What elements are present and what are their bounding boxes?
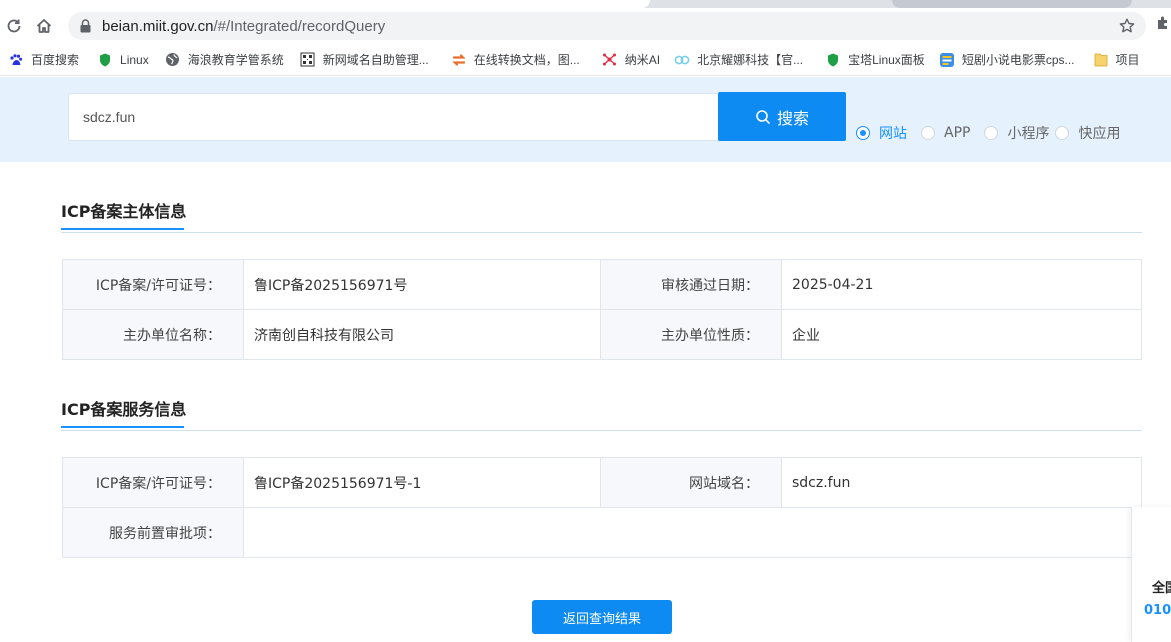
radio-quick-app[interactable]: 快应用 xyxy=(1055,123,1120,143)
search-band: sdcz.fun 搜索 网站 APP 小程序 快应用 xyxy=(0,77,1171,162)
extension-icon[interactable] xyxy=(1155,14,1171,30)
field-label: 服务前置审批项： xyxy=(62,507,244,558)
bookmark-item[interactable]: 北京耀娜科技【官... xyxy=(670,48,809,72)
side-panel-title: 全国 xyxy=(1152,581,1171,596)
bookmark-label: 项目 xyxy=(1115,53,1140,67)
radio-label: APP xyxy=(944,125,971,141)
back-to-results-button[interactable]: 返回查询结果 xyxy=(532,600,672,634)
tab-strip xyxy=(0,0,1171,8)
radio-label: 快应用 xyxy=(1078,126,1121,142)
field-label: 主办单位性质： xyxy=(600,309,782,360)
bookmark-star-icon[interactable] xyxy=(1118,17,1136,35)
address-bar[interactable]: beian.miit.gov.cn/#/Integrated/recordQue… xyxy=(68,12,1146,40)
xinnet-icon xyxy=(300,52,316,68)
section-title-underline xyxy=(61,426,184,428)
search-type-radios: 网站 APP 小程序 快应用 xyxy=(856,123,1134,143)
service-section-title: ICP备案服务信息 xyxy=(61,396,187,428)
service-info-table: ICP备案/许可证号： 鲁ICP备2025156971号-1 网站域名： sdc… xyxy=(62,457,1142,558)
nami-ai-icon xyxy=(602,52,618,68)
url-host: beian.miit.gov.cn xyxy=(102,17,214,35)
field-label: 主办单位名称： xyxy=(62,309,244,360)
bookmark-item[interactable]: Linux xyxy=(93,48,155,72)
convert-icon xyxy=(451,52,467,68)
shield-icon xyxy=(825,52,841,68)
bookmark-label: 宝塔Linux面板 xyxy=(848,53,925,67)
bookmark-label: 海浪教育学管系统 xyxy=(187,53,284,67)
active-tab[interactable] xyxy=(0,0,650,8)
side-floating-panel: 全国 010- xyxy=(1131,507,1171,642)
radio-label: 网站 xyxy=(879,126,907,142)
radio-app[interactable]: APP xyxy=(921,125,970,141)
bookmark-item[interactable]: 百度搜索 xyxy=(4,48,85,72)
inactive-tab[interactable] xyxy=(892,0,1132,8)
table-row: ICP备案/许可证号： 鲁ICP备2025156971号 审核通过日期： 202… xyxy=(62,259,1142,310)
browser-toolbar: beian.miit.gov.cn/#/Integrated/recordQue… xyxy=(0,8,1171,44)
url-text: beian.miit.gov.cn/#/Integrated/recordQue… xyxy=(102,18,385,35)
field-label: 审核通过日期： xyxy=(600,259,782,310)
lock-icon[interactable] xyxy=(80,19,92,33)
bookmark-label: 在线转换文档，图... xyxy=(473,53,580,67)
field-value: 济南创自科技有限公司 xyxy=(243,309,601,360)
subject-info-table: ICP备案/许可证号： 鲁ICP备2025156971号 审核通过日期： 202… xyxy=(62,259,1142,360)
search-button[interactable]: 搜索 xyxy=(718,92,846,141)
radio-dot[interactable] xyxy=(921,126,935,140)
section-divider xyxy=(61,430,1142,431)
field-value xyxy=(243,507,1142,558)
field-label: ICP备案/许可证号： xyxy=(62,259,244,310)
subject-section-title: ICP备案主体信息 xyxy=(61,198,187,230)
bookmark-item[interactable]: 新网域名自助管理... xyxy=(296,48,435,72)
search-icon xyxy=(756,109,770,124)
bookmark-item[interactable]: 在线转换文档，图... xyxy=(447,48,586,72)
bookmark-item[interactable]: 项目 xyxy=(1089,48,1146,72)
back-button-label: 返回查询结果 xyxy=(562,611,641,627)
radio-label: 小程序 xyxy=(1007,126,1050,142)
bookmark-label: 新网域名自助管理... xyxy=(322,53,429,67)
field-value: 2025-04-21 xyxy=(781,259,1142,310)
radio-mini-program[interactable]: 小程序 xyxy=(984,123,1049,143)
field-label: ICP备案/许可证号： xyxy=(62,457,244,508)
globe-icon xyxy=(165,52,181,68)
section-title-text: ICP备案主体信息 xyxy=(61,202,187,221)
section-title-underline xyxy=(61,228,184,230)
bookmark-label: 纳米AI xyxy=(624,53,661,67)
reload-icon[interactable] xyxy=(2,14,26,38)
field-value: 企业 xyxy=(781,309,1142,360)
bookmark-label: 百度搜索 xyxy=(31,53,80,67)
folder-icon xyxy=(1093,52,1109,68)
baidu-paw-icon xyxy=(8,52,24,68)
field-value: 鲁ICP备2025156971号-1 xyxy=(243,457,601,508)
link-icon xyxy=(674,52,690,68)
bookmark-item[interactable]: 海浪教育学管系统 xyxy=(161,48,290,72)
home-icon[interactable] xyxy=(32,14,56,38)
radio-dot[interactable] xyxy=(984,126,999,140)
table-row: 主办单位名称： 济南创自科技有限公司 主办单位性质： 企业 xyxy=(62,309,1142,360)
field-value: 鲁ICP备2025156971号 xyxy=(243,259,601,310)
bookmark-label: Linux xyxy=(120,52,149,67)
search-input[interactable]: sdcz.fun xyxy=(68,93,720,141)
table-row: ICP备案/许可证号： 鲁ICP备2025156971号-1 网站域名： sdc… xyxy=(62,457,1142,508)
bookmark-label: 北京耀娜科技【官... xyxy=(697,53,804,67)
side-panel-phone[interactable]: 010- xyxy=(1144,603,1171,618)
bookmark-item[interactable]: 短剧小说电影票cps... xyxy=(935,48,1081,72)
radio-dot[interactable] xyxy=(1055,126,1070,140)
app-icon xyxy=(939,52,955,68)
search-input-value: sdcz.fun xyxy=(83,109,136,125)
radio-dot[interactable] xyxy=(856,126,870,140)
search-button-label: 搜索 xyxy=(776,108,809,128)
bookmark-label: 短剧小说电影票cps... xyxy=(961,53,1075,67)
url-path: /#/Integrated/recordQuery xyxy=(213,17,386,35)
section-divider xyxy=(61,232,1142,233)
field-label: 网站域名： xyxy=(600,457,782,508)
bookmark-item[interactable]: 宝塔Linux面板 xyxy=(821,48,931,72)
bookmarks-bar: 百度搜索 Linux 海浪教育学管系统 新网域名自助管理... 在线转换文档，图… xyxy=(0,44,1171,76)
radio-website[interactable]: 网站 xyxy=(856,123,907,143)
bookmark-item[interactable]: 纳米AI xyxy=(598,48,666,72)
shield-icon xyxy=(97,52,113,68)
section-title-text: ICP备案服务信息 xyxy=(61,400,187,419)
table-row: 服务前置审批项： xyxy=(62,507,1142,558)
field-value: sdcz.fun xyxy=(781,457,1142,508)
